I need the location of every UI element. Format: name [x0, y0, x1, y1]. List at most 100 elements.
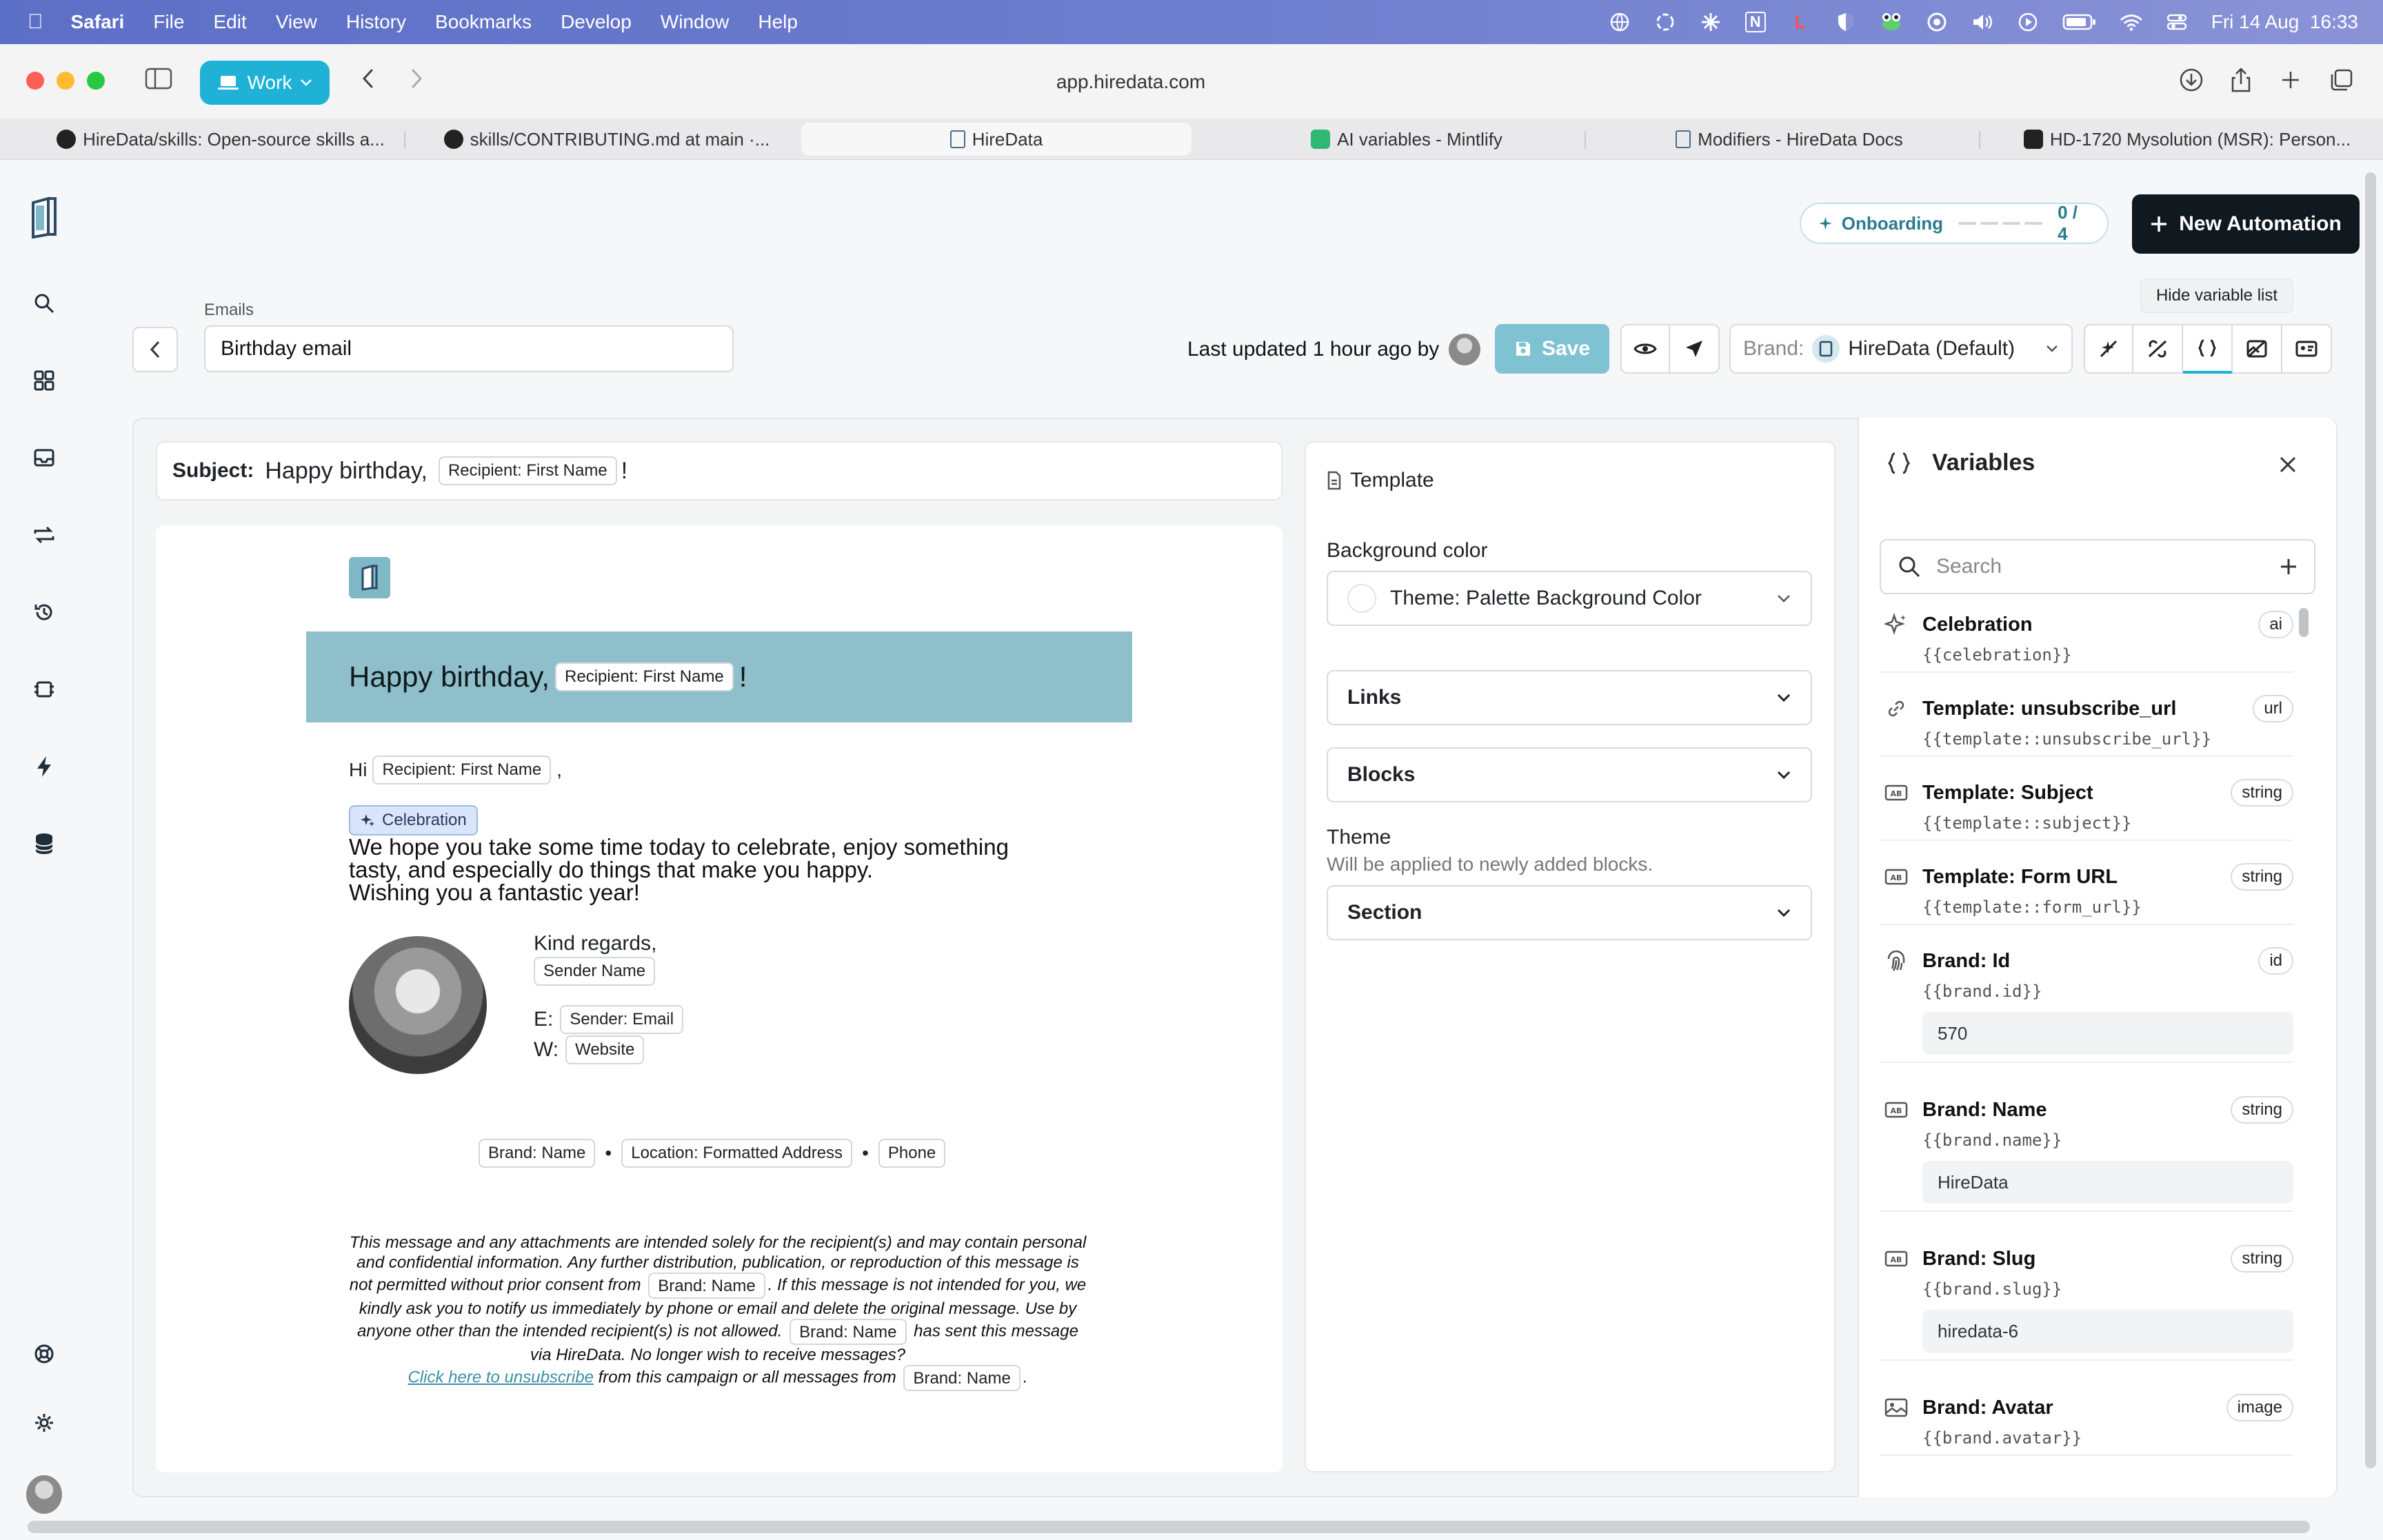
links-section-toggle[interactable]: Links — [1327, 670, 1812, 725]
menu-file[interactable]: File — [153, 11, 184, 33]
email-body-text[interactable]: We hope you take some time today to cele… — [349, 835, 1080, 904]
email-banner-block[interactable]: Happy birthday, Recipient: First Name ! — [306, 631, 1132, 722]
zoom-window-button[interactable] — [87, 72, 105, 90]
variables-scrollbar[interactable] — [2299, 608, 2309, 637]
variable-pill[interactable]: Recipient: First Name — [372, 756, 552, 784]
ai-variable-pill[interactable]: Celebration — [349, 805, 478, 835]
sidebar-toggle-icon[interactable] — [141, 61, 177, 97]
integrations-icon[interactable] — [26, 671, 62, 707]
notion-icon[interactable]: N — [1744, 12, 1766, 32]
user-avatar[interactable] — [26, 1475, 62, 1514]
browser-tab-1[interactable]: HireData/skills: Open-source skills a... — [41, 123, 400, 156]
automation-bolt-icon[interactable] — [26, 749, 62, 784]
legal-disclaimer[interactable]: This message and any attachments are int… — [349, 1233, 1087, 1391]
sender-photo[interactable] — [349, 936, 487, 1074]
menu-view[interactable]: View — [276, 11, 317, 33]
variable-pill[interactable]: Brand: Name — [648, 1273, 765, 1299]
menu-history[interactable]: History — [346, 11, 406, 33]
variables-search[interactable]: Search — [1880, 539, 2315, 594]
variable-pill[interactable]: Sender Name — [534, 957, 656, 986]
volume-icon[interactable] — [1971, 11, 1993, 33]
variable-item[interactable]: AB Brand: Name string {{brand.name}} HireDat… — [1880, 1093, 2293, 1212]
menu-edit[interactable]: Edit — [213, 11, 246, 33]
variable-item[interactable]: AB Template: Subject string {{template::sub… — [1880, 776, 2293, 841]
app-logo-icon[interactable] — [23, 193, 65, 241]
sparkle-burst-icon[interactable] — [1700, 11, 1722, 33]
new-automation-button[interactable]: New Automation — [2132, 194, 2360, 254]
variable-value[interactable]: 570 — [1922, 1012, 2293, 1055]
history-icon[interactable] — [26, 594, 62, 630]
variable-pill[interactable]: Sender: Email — [560, 1005, 684, 1034]
variable-pill[interactable]: Brand: Name — [903, 1365, 1020, 1391]
plus-icon[interactable] — [2280, 558, 2297, 576]
search-icon[interactable] — [26, 285, 62, 321]
workspace-profile-button[interactable]: Work — [200, 61, 330, 105]
variable-item[interactable]: Brand: Avatar image {{brand.avatar}} — [1880, 1391, 2293, 1456]
toggle-ai-button[interactable] — [2084, 324, 2133, 374]
variable-pill[interactable]: Website — [565, 1035, 645, 1064]
signature-block[interactable]: Kind regards, Sender Name E: Sender: Emai… — [534, 932, 684, 1064]
back-button[interactable] — [132, 327, 178, 372]
close-window-button[interactable] — [26, 72, 44, 90]
help-lifebuoy-icon[interactable] — [26, 1336, 62, 1372]
variable-value[interactable]: HireData — [1922, 1161, 2293, 1204]
inbox-icon[interactable] — [26, 440, 62, 476]
database-icon[interactable] — [26, 826, 62, 862]
menu-app-name[interactable]: Safari — [71, 11, 125, 33]
share-icon[interactable] — [2223, 62, 2259, 98]
page-vertical-scrollbar[interactable] — [2365, 172, 2376, 1468]
back-nav-icon[interactable] — [350, 61, 386, 97]
variable-pill[interactable]: Brand: Name — [790, 1319, 907, 1345]
send-test-button[interactable] — [1670, 324, 1720, 374]
menu-window[interactable]: Window — [661, 11, 730, 33]
play-icon[interactable] — [2017, 11, 2039, 33]
save-button[interactable]: Save — [1495, 324, 1609, 374]
menubar-clock[interactable]: Fri 14 Aug 16:33 — [2211, 11, 2358, 33]
browser-tab-3-active[interactable]: HireData — [801, 123, 1192, 156]
preview-button[interactable] — [1620, 324, 1670, 374]
variable-item[interactable]: AB Brand: Slug string {{brand.slug}} hiredat… — [1880, 1242, 2293, 1361]
unsubscribe-link[interactable]: Click here to unsubscribe — [408, 1368, 593, 1386]
variable-value[interactable]: hiredata-6 — [1922, 1310, 2293, 1352]
browser-tab-6[interactable]: HD-1720 Mysolution (MSR): Person... — [2008, 123, 2366, 156]
brand-select[interactable]: Brand: HireData (Default) — [1729, 324, 2073, 374]
focus-icon[interactable] — [1926, 11, 1948, 33]
greeting-line[interactable]: Hi Recipient: First Name , — [349, 756, 562, 784]
email-logo[interactable] — [349, 557, 390, 598]
browser-tab-5[interactable]: Modifiers - HireData Docs — [1620, 123, 1958, 156]
repeat-icon[interactable] — [26, 517, 62, 553]
variable-item[interactable]: Brand: Id id {{brand.id}} 570 — [1880, 944, 2293, 1063]
lastpass-icon[interactable]: L — [1789, 11, 1811, 33]
search-input[interactable]: Search — [1936, 555, 2264, 578]
variable-pill[interactable]: Location: Formatted Address — [621, 1139, 853, 1168]
settings-gear-icon[interactable] — [26, 1405, 62, 1441]
globe-icon[interactable] — [1609, 11, 1631, 33]
new-tab-icon[interactable] — [2273, 62, 2309, 98]
apple-icon[interactable]:  — [28, 10, 43, 34]
minimize-window-button[interactable] — [57, 72, 74, 90]
browser-tab-2[interactable]: skills/CONTRIBUTING.md at main ·... — [434, 123, 779, 156]
frog-icon[interactable] — [1880, 11, 1902, 33]
menu-help[interactable]: Help — [758, 11, 798, 33]
onboarding-progress-button[interactable]: Onboarding 0 / 4 — [1800, 202, 2109, 244]
variable-pill[interactable]: Recipient: First Name — [438, 456, 617, 485]
control-center-icon[interactable] — [2166, 11, 2188, 33]
toggle-images-button[interactable] — [2233, 324, 2282, 374]
variable-item[interactable]: Template: unsubscribe_url url {{template::… — [1880, 692, 2293, 757]
variable-pill[interactable]: Phone — [878, 1139, 946, 1168]
close-variables-button[interactable] — [2271, 448, 2304, 481]
menu-develop[interactable]: Develop — [561, 11, 632, 33]
dashboard-icon[interactable] — [26, 363, 62, 398]
address-bar[interactable]: app.hiredata.com — [593, 61, 1669, 103]
variable-pill[interactable]: Brand: Name — [479, 1139, 596, 1168]
forward-nav-icon[interactable] — [399, 61, 434, 97]
variable-item[interactable]: AB Template: Form URL string {{template::fo… — [1880, 860, 2293, 925]
variable-item[interactable]: Celebration ai {{celebration}} — [1880, 608, 2293, 673]
tab-overview-icon[interactable] — [2324, 62, 2360, 98]
menu-bookmarks[interactable]: Bookmarks — [435, 11, 532, 33]
wifi-icon[interactable] — [2120, 11, 2142, 33]
downloads-icon[interactable] — [2173, 62, 2209, 98]
subject-line[interactable]: Subject: Happy birthday, Recipient: Firs… — [156, 441, 1283, 500]
variable-pill[interactable]: Recipient: First Name — [555, 662, 734, 691]
toggle-mobile-button[interactable] — [2282, 324, 2332, 374]
